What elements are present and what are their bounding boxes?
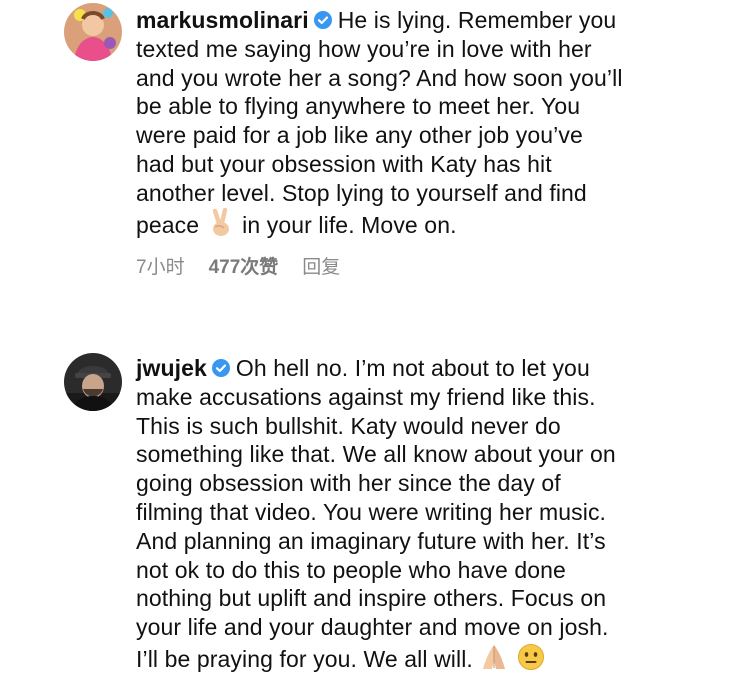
comment-line: He is lying. Remember you bbox=[337, 7, 617, 33]
comment-line: This is such bullshit. Katy would never … bbox=[136, 412, 561, 439]
likes-count[interactable]: 477次赞 bbox=[209, 257, 279, 278]
avatar[interactable] bbox=[64, 3, 122, 61]
avatar-photo-icon bbox=[64, 353, 122, 411]
comment-line: make accusations against my friend like … bbox=[136, 383, 596, 410]
avatar-photo-icon bbox=[64, 3, 122, 61]
comment-line: nothing but uplift and inspire others. F… bbox=[136, 585, 607, 612]
comment-line: another level. Stop lying to yourself an… bbox=[136, 179, 587, 206]
comment-1: markusmolinari He is lying. Remember you … bbox=[0, 0, 735, 300]
timestamp: 7小时 bbox=[136, 257, 185, 278]
comment-line: in your life. Move on. bbox=[242, 211, 457, 238]
comment-text: markusmolinari He is lying. Remember you … bbox=[136, 6, 716, 239]
comment-line: I’ll be praying for you. We all will. bbox=[136, 645, 473, 672]
comment-2: jwujek Oh hell no. I’m not about to let y… bbox=[0, 340, 735, 676]
comment-text: jwujek Oh hell no. I’m not about to let y… bbox=[136, 354, 716, 674]
verified-badge-icon bbox=[313, 11, 332, 29]
comment-line: filming that video. You were writing her… bbox=[136, 498, 607, 525]
folded-hands-emoji bbox=[483, 644, 506, 669]
username[interactable]: markusmolinari bbox=[136, 7, 309, 33]
comment-line: not ok to do this to people who have don… bbox=[136, 556, 566, 583]
comment-line: something like that. We all know about y… bbox=[136, 441, 616, 468]
verified-badge-icon bbox=[211, 359, 230, 377]
avatar[interactable] bbox=[64, 353, 122, 411]
comment-line: had but your obsession with Katy has hit bbox=[136, 150, 552, 177]
victory-hand-emoji bbox=[212, 207, 229, 236]
comment-line: and you wrote her a song? And how soon y… bbox=[136, 64, 623, 91]
username[interactable]: jwujek bbox=[136, 355, 207, 381]
comment-line: texted me saying how you’re in love with… bbox=[136, 35, 592, 62]
comment-line: Oh hell no. I’m not about to let you bbox=[235, 355, 590, 381]
comment-line: going obsession with her since the day o… bbox=[136, 470, 561, 497]
comment-line: And planning an imaginary future with he… bbox=[136, 527, 606, 554]
comment-meta: 7小时 477次赞 回复 bbox=[136, 252, 364, 279]
comment-line: peace bbox=[136, 211, 200, 238]
comment-line: be able to flying anywhere to meet her. … bbox=[136, 93, 581, 120]
reply-button[interactable]: 回复 bbox=[302, 257, 340, 278]
neutral-face-emoji bbox=[517, 643, 544, 670]
comment-line: your life and your daughter and move on … bbox=[136, 614, 609, 641]
comment-line: were paid for a job like any other job y… bbox=[136, 122, 583, 149]
